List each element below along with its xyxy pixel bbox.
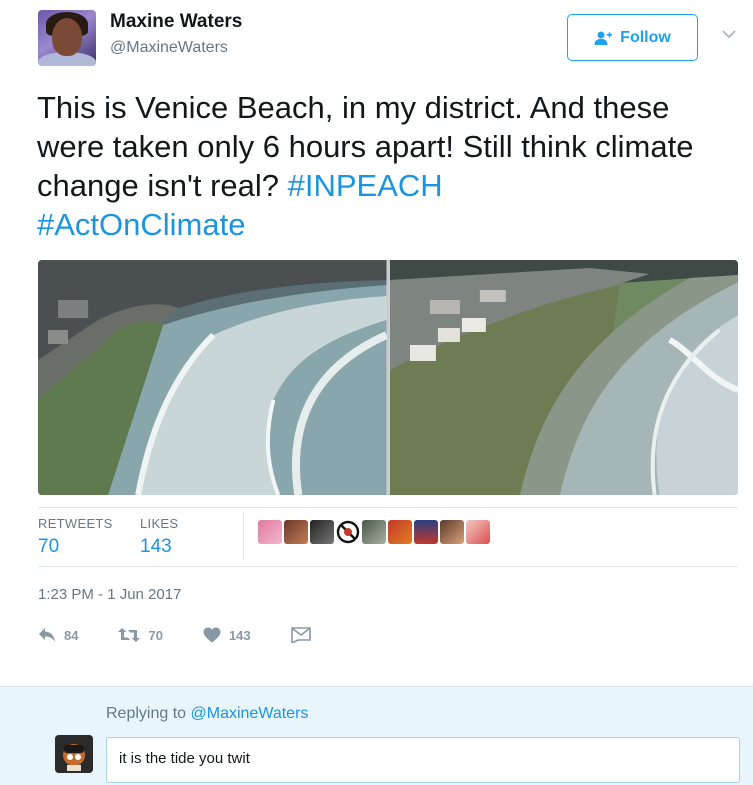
divider-top: [38, 507, 738, 508]
add-user-icon: [594, 31, 613, 45]
liker-avatar[interactable]: [284, 520, 308, 544]
retweets-count[interactable]: 70: [38, 536, 59, 558]
tweet-media[interactable]: [38, 260, 738, 495]
reply-composer: Replying to @MaxineWaters it is the tide…: [0, 686, 753, 785]
retweet-icon: [118, 628, 141, 642]
divider-middle: [38, 566, 738, 567]
replying-to-text: Replying to @MaxineWaters: [106, 705, 308, 723]
liker-avatars: [258, 520, 490, 544]
reply-icon: [39, 628, 55, 642]
follow-button-label: Follow: [620, 28, 671, 46]
chevron-down-icon[interactable]: [722, 29, 736, 39]
retweet-button[interactable]: 70: [118, 627, 163, 643]
follow-button[interactable]: Follow: [567, 14, 698, 61]
current-user-avatar: [55, 735, 93, 773]
reply-count: 84: [64, 627, 79, 643]
retweets-label: RETWEETS: [38, 516, 113, 531]
tweet-timestamp[interactable]: 1:23 PM - 1 Jun 2017: [38, 586, 181, 603]
stats-separator: [243, 512, 244, 560]
reply-button[interactable]: 84: [38, 627, 78, 643]
tweet-text: This is Venice Beach, in my district. An…: [37, 88, 717, 244]
like-count: 143: [228, 627, 251, 643]
retweet-count: 70: [148, 627, 163, 643]
photo-low-tide[interactable]: [389, 260, 738, 495]
author-avatar[interactable]: [38, 10, 96, 66]
like-button[interactable]: 143: [203, 627, 251, 643]
liker-avatar[interactable]: [440, 520, 464, 544]
liker-avatar[interactable]: [336, 520, 360, 544]
direct-message-button[interactable]: [290, 627, 311, 643]
photo-high-tide[interactable]: [38, 260, 387, 495]
likes-label: LIKES: [140, 516, 179, 531]
reply-input[interactable]: it is the tide you twit: [106, 737, 740, 783]
author-name[interactable]: Maxine Waters: [110, 11, 242, 33]
heart-icon: [203, 627, 221, 643]
hashtag-inpeach[interactable]: #INPEACH: [288, 168, 443, 203]
replying-prefix: Replying to: [106, 705, 191, 722]
liker-avatar[interactable]: [258, 520, 282, 544]
author-handle[interactable]: @MaxineWaters: [110, 39, 228, 57]
tweet-card: Maxine Waters @MaxineWaters Follow This …: [0, 0, 753, 686]
direct-message-icon: [290, 627, 311, 643]
liker-avatar[interactable]: [466, 520, 490, 544]
liker-avatar[interactable]: [414, 520, 438, 544]
tweet-actions: 84 70 143: [38, 624, 351, 646]
hashtag-actonclimate[interactable]: #ActOnClimate: [37, 207, 245, 242]
liker-avatar[interactable]: [362, 520, 386, 544]
liker-avatar[interactable]: [388, 520, 412, 544]
liker-avatar[interactable]: [310, 520, 334, 544]
likes-count[interactable]: 143: [140, 536, 172, 558]
replying-to-mention[interactable]: @MaxineWaters: [191, 705, 309, 722]
